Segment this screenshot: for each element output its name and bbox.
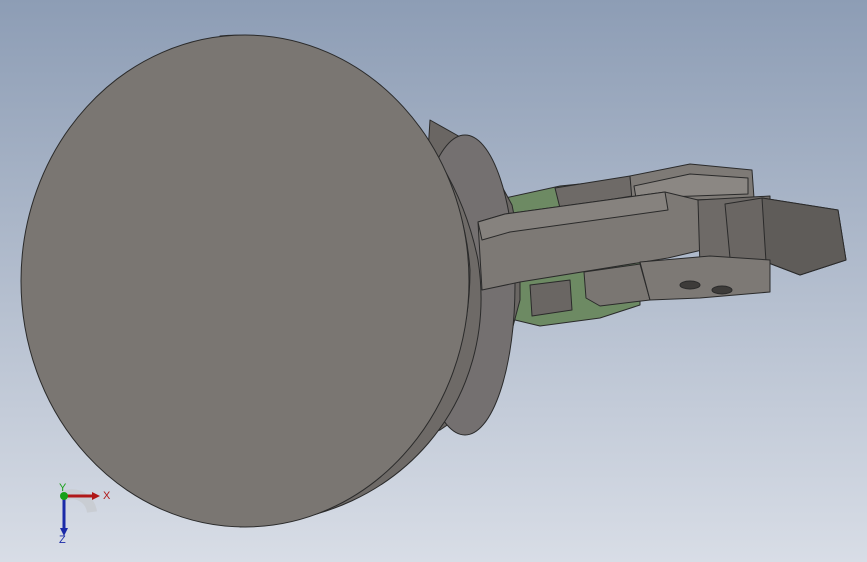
main-disc-face[interactable] (20, 34, 470, 528)
axis-triad: X Y Z (48, 482, 118, 546)
lower-knuckle-right[interactable] (639, 255, 771, 301)
x-axis-arrow (92, 492, 100, 500)
lower-knuckle-hole (679, 280, 701, 290)
cad-graphics-viewport[interactable]: X Y Z (0, 0, 867, 562)
z-axis-label: Z (59, 534, 66, 544)
3d-model[interactable] (0, 0, 867, 562)
lower-bracket[interactable] (529, 279, 573, 317)
axis-triad-graphic: X Y Z (59, 482, 111, 546)
lower-knuckle-left[interactable] (583, 263, 651, 307)
y-axis-label: Y (59, 482, 67, 494)
x-axis-label: X (103, 490, 111, 502)
lower-knuckle-hole-2 (711, 285, 733, 295)
gripper-jaw-side (761, 197, 847, 276)
